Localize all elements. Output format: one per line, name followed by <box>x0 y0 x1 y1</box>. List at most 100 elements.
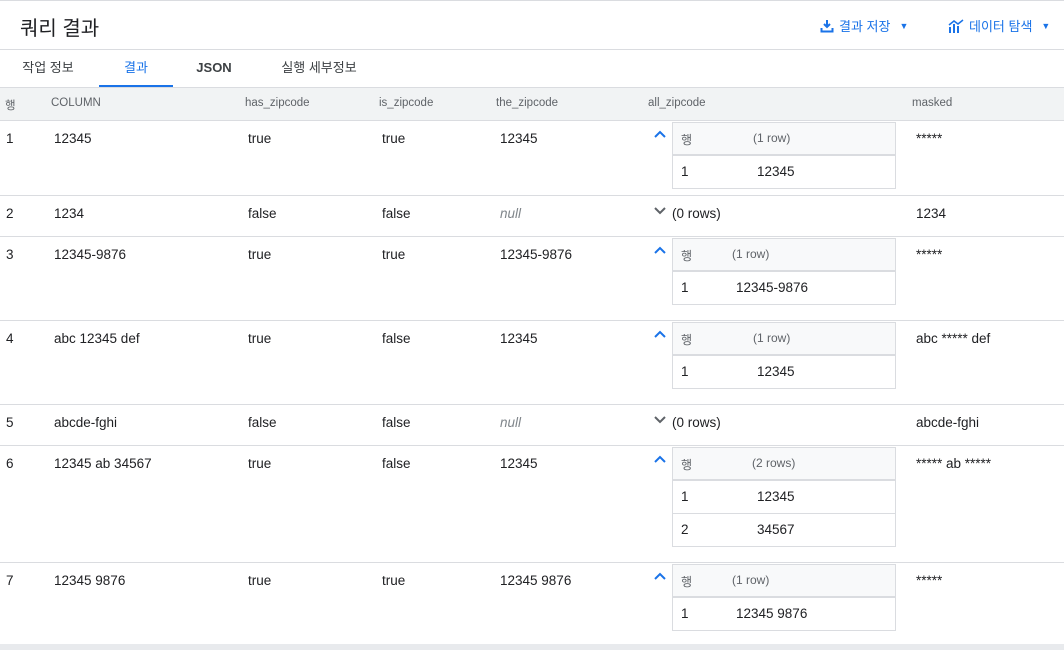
collapse-chevron-up-icon[interactable] <box>653 127 667 141</box>
cell-the-zipcode: 12345 <box>500 331 538 346</box>
nested-table: 행 (1 row) 1 12345 9876 <box>672 564 896 631</box>
cell-masked: 1234 <box>916 206 947 221</box>
cell-has-zipcode: true <box>248 331 272 346</box>
tab-execution-details[interactable]: 실행 세부정보 <box>264 50 374 87</box>
nested-row: 1 12345 <box>673 155 895 188</box>
tab-results[interactable]: 결과 <box>99 50 173 87</box>
cell-has-zipcode: false <box>248 206 277 221</box>
cell-column: 12345 9876 <box>54 573 126 588</box>
cell-the-zipcode: 12345-9876 <box>500 247 573 262</box>
nested-row: 1 12345-9876 <box>673 271 895 304</box>
header-row-number: 행 <box>5 100 16 112</box>
table-row: 4 abc 12345 def true false 12345 abc ***** de… <box>0 321 1064 405</box>
nested-zipcode-value: 12345 <box>757 364 795 379</box>
cell-is-zipcode: false <box>382 331 411 346</box>
nested-zipcode-value: 12345 <box>757 489 795 504</box>
tab-json[interactable]: JSON <box>183 50 245 87</box>
nested-zipcode-value: 12345 <box>757 164 795 179</box>
expand-chevron-down-icon[interactable] <box>653 413 667 427</box>
nested-row-count: (1 row) <box>753 331 791 345</box>
nested-row-count: (1 row) <box>732 247 770 261</box>
collapse-chevron-up-icon[interactable] <box>653 569 667 583</box>
cell-has-zipcode: false <box>248 415 277 430</box>
nested-row-number: 1 <box>681 606 689 621</box>
nested-header-row-number: 행 <box>681 458 693 472</box>
chart-icon <box>948 18 964 33</box>
tab-job-info[interactable]: 작업 정보 <box>8 50 88 87</box>
cell-the-zipcode: 12345 <box>500 456 538 471</box>
cell-has-zipcode: true <box>248 247 272 262</box>
nested-row-count: (1 row) <box>753 131 791 145</box>
cell-masked: ***** <box>916 573 943 588</box>
table-row: 6 12345 ab 34567 true false 12345 ***** ab **… <box>0 446 1064 563</box>
nested-header-row-number: 행 <box>681 333 693 347</box>
nested-row-count: (2 rows) <box>752 456 796 470</box>
caret-down-icon: ▼ <box>1041 20 1051 31</box>
nested-row-number: 2 <box>681 522 689 537</box>
nested-row: 1 12345 9876 <box>673 597 895 630</box>
save-results-button[interactable]: 결과 저장 ▼ <box>820 16 908 35</box>
cell-masked: ***** ab ***** <box>916 456 992 471</box>
collapse-chevron-up-icon[interactable] <box>653 452 667 466</box>
header-all-zipcode: all_zipcode <box>648 97 706 109</box>
row-number: 2 <box>6 206 14 221</box>
cell-is-zipcode: true <box>382 247 406 262</box>
nested-table-header: 행 (2 rows) <box>673 448 895 480</box>
caret-down-icon: ▼ <box>899 20 909 31</box>
table-row: 5 abcde-fghi false false null abcde-fghi (0 ro… <box>0 405 1064 446</box>
cell-column: 12345 <box>54 131 92 146</box>
cell-column: 12345-9876 <box>54 247 127 262</box>
cell-is-zipcode: true <box>382 131 406 146</box>
cell-the-zipcode: null <box>500 415 522 430</box>
table-row: 1 12345 true true 12345 ***** 행 (1 row) 1 12345 <box>0 121 1064 196</box>
nested-table: 행 (1 row) 1 12345-9876 <box>672 238 896 305</box>
cell-has-zipcode: true <box>248 456 272 471</box>
row-number: 7 <box>6 573 14 588</box>
cell-the-zipcode: 12345 9876 <box>500 573 572 588</box>
nested-header-row-number: 행 <box>681 133 693 147</box>
cell-is-zipcode: false <box>382 206 411 221</box>
cell-is-zipcode: false <box>382 456 411 471</box>
nested-header-row-number: 행 <box>681 249 693 263</box>
cell-column: 1234 <box>54 206 85 221</box>
nested-table-header: 행 (1 row) <box>673 239 895 271</box>
nested-header-row-number: 행 <box>681 575 693 589</box>
nested-row-number: 1 <box>681 280 689 295</box>
nested-row-count: (1 row) <box>732 573 770 587</box>
table-row: 7 12345 9876 true true 12345 9876 ***** 행 (1 ro… <box>0 563 1064 646</box>
cell-column: abcde-fghi <box>54 415 118 430</box>
collapse-chevron-up-icon[interactable] <box>653 327 667 341</box>
cell-masked: ***** <box>916 247 943 262</box>
cell-masked: abc ***** def <box>916 331 991 346</box>
nested-row: 2 34567 <box>673 513 895 546</box>
nested-table: 행 (1 row) 1 12345 <box>672 322 896 389</box>
horizontal-scrollbar[interactable] <box>0 644 1064 650</box>
row-number: 4 <box>6 331 14 346</box>
row-number: 1 <box>6 131 14 146</box>
nested-table: 행 (1 row) 1 12345 <box>672 122 896 189</box>
nested-zipcode-value: 12345-9876 <box>736 280 809 295</box>
table-row: 3 12345-9876 true true 12345-9876 ***** 행 (1 ro… <box>0 237 1064 321</box>
nested-zipcode-value: 12345 9876 <box>736 606 808 621</box>
row-number: 5 <box>6 415 14 430</box>
cell-column: abc 12345 def <box>54 331 140 346</box>
cell-is-zipcode: false <box>382 415 411 430</box>
table-row: 2 1234 false false null 1234 (0 rows) <box>0 196 1064 237</box>
results-header: 쿼리 결과 결과 저장 ▼ 데이터 탐색 ▼ <box>0 0 1064 50</box>
nested-row-number: 1 <box>681 364 689 379</box>
nested-zipcode-value: 34567 <box>757 522 795 537</box>
header-column: COLUMN <box>51 97 101 109</box>
page-title: 쿼리 결과 <box>20 18 100 40</box>
nested-row-number: 1 <box>681 489 689 504</box>
nested-table-header: 행 (1 row) <box>673 123 895 155</box>
cell-has-zipcode: true <box>248 573 272 588</box>
download-icon <box>820 19 834 32</box>
explore-data-button[interactable]: 데이터 탐색 ▼ <box>948 16 1050 35</box>
cell-is-zipcode: true <box>382 573 406 588</box>
expand-chevron-down-icon[interactable] <box>653 204 667 218</box>
save-results-label: 결과 저장 <box>839 19 891 34</box>
row-number: 6 <box>6 456 14 471</box>
nested-table-header: 행 (1 row) <box>673 565 895 597</box>
collapse-chevron-up-icon[interactable] <box>653 243 667 257</box>
nested-table-header: 행 (1 row) <box>673 323 895 355</box>
